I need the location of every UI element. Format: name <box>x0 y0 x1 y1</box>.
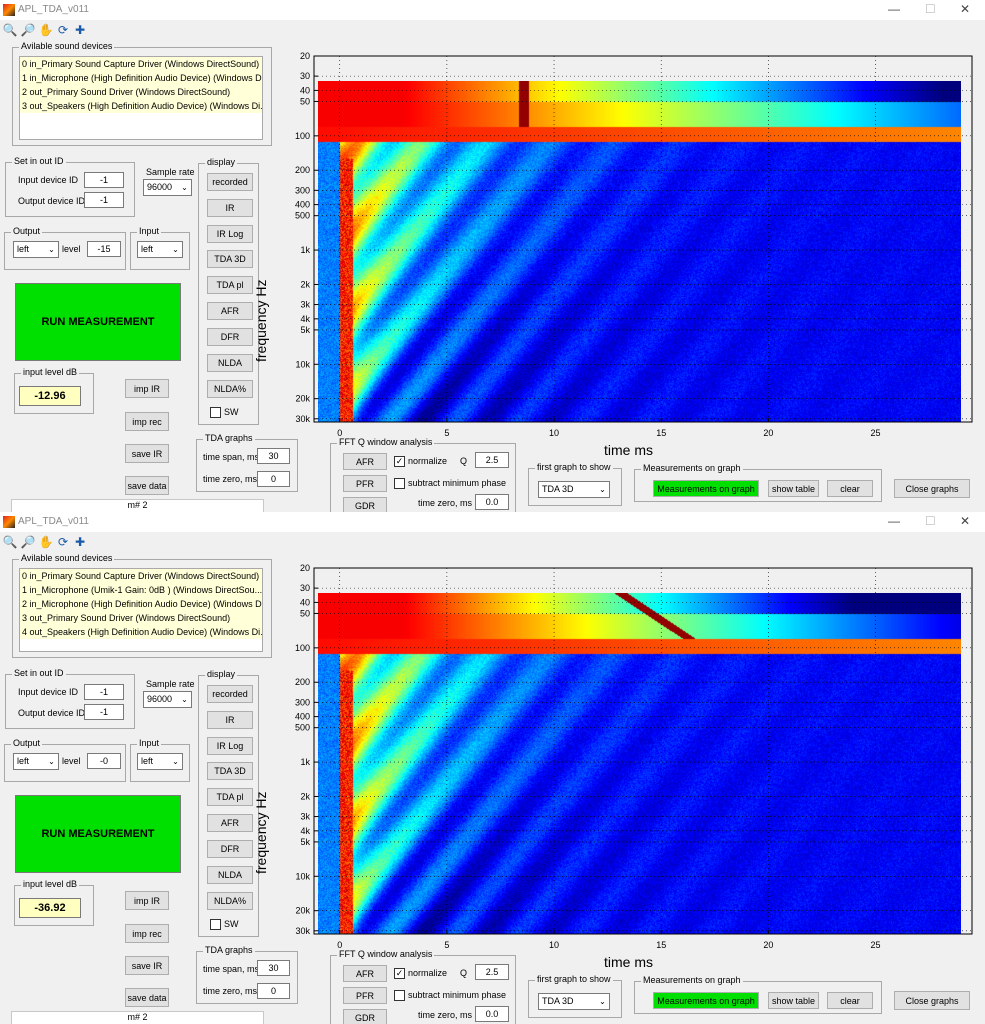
y-tick-label: 4k <box>300 826 310 836</box>
x-tick-label: 0 <box>337 428 342 438</box>
app-window-2: APL_TDA_v011 — ☐ ✕ 🔍 🔎 ✋ ⟳ ✚ Avilable so… <box>0 512 985 1024</box>
y-tick-label: 40 <box>300 597 310 607</box>
y-tick-label: 400 <box>295 200 310 210</box>
y-tick-label: 20 <box>300 563 310 573</box>
x-tick-label: 10 <box>549 940 559 950</box>
y-tick-label: 500 <box>295 211 310 221</box>
y-tick-label: 2k <box>300 791 310 801</box>
y-tick-label: 300 <box>295 185 310 195</box>
y-tick-label: 100 <box>295 131 310 141</box>
x-tick-label: 25 <box>871 428 881 438</box>
y-tick-label: 30k <box>295 926 310 936</box>
x-tick-label: 20 <box>763 940 773 950</box>
x-tick-label: 10 <box>549 428 559 438</box>
x-tick-label: 15 <box>656 428 666 438</box>
plot-axes: 203040501002003004005001k2k3k4k5k10k20k3… <box>295 51 973 438</box>
x-tick-label: 5 <box>444 428 449 438</box>
x-tick-label: 20 <box>763 428 773 438</box>
y-tick-label: 40 <box>300 85 310 95</box>
y-tick-label: 3k <box>300 812 310 822</box>
y-tick-label: 5k <box>300 837 310 847</box>
y-tick-label: 100 <box>295 643 310 653</box>
y-tick-label: 500 <box>295 723 310 733</box>
y-tick-label: 3k <box>300 300 310 310</box>
y-tick-label: 30 <box>300 71 310 81</box>
y-tick-label: 50 <box>300 608 310 618</box>
x-tick-label: 5 <box>444 940 449 950</box>
y-tick-label: 1k <box>300 245 310 255</box>
y-tick-label: 1k <box>300 757 310 767</box>
y-tick-label: 5k <box>300 325 310 335</box>
y-tick-label: 400 <box>295 712 310 722</box>
y-tick-label: 2k <box>300 279 310 289</box>
plot-axes: 203040501002003004005001k2k3k4k5k10k20k3… <box>295 563 973 950</box>
y-tick-label: 4k <box>300 314 310 324</box>
y-tick-label: 20 <box>300 51 310 61</box>
plot-area <box>313 55 973 423</box>
y-tick-label: 50 <box>300 96 310 106</box>
y-tick-label: 20k <box>295 394 310 404</box>
y-tick-label: 300 <box>295 697 310 707</box>
app-window-1: APL_TDA_v011 — ☐ ✕ 🔍 🔎 ✋ ⟳ ✚ Avilable so… <box>0 0 985 512</box>
x-tick-label: 15 <box>656 940 666 950</box>
y-tick-label: 200 <box>295 677 310 687</box>
y-tick-label: 30 <box>300 583 310 593</box>
y-tick-label: 20k <box>295 906 310 916</box>
plot-area <box>313 567 973 935</box>
x-tick-label: 0 <box>337 940 342 950</box>
y-tick-label: 10k <box>295 359 310 369</box>
y-tick-label: 10k <box>295 871 310 881</box>
y-tick-label: 30k <box>295 414 310 424</box>
y-tick-label: 200 <box>295 165 310 175</box>
x-tick-label: 25 <box>871 940 881 950</box>
